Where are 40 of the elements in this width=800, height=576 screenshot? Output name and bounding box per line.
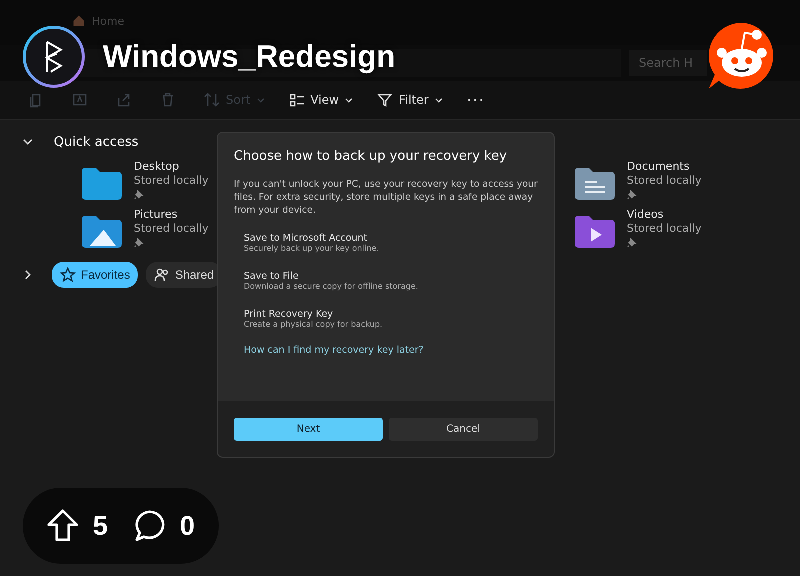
upvote-count: 5 [93, 510, 108, 542]
folder-icon[interactable] [82, 216, 122, 248]
upvote-icon[interactable] [47, 509, 79, 543]
search-field[interactable]: Search H [629, 50, 707, 76]
section-title: Quick access [54, 134, 139, 150]
caret-icon [345, 98, 354, 102]
option-item[interactable]: Save to Microsoft Account Securely back up your key online. [234, 227, 538, 259]
help-link[interactable]: How can I find my recovery key later? [234, 341, 538, 360]
sort-icon [204, 92, 220, 108]
dialog-title: Choose how to back up your recovery key [234, 149, 508, 164]
caret-icon [256, 98, 265, 102]
people-icon [154, 267, 170, 283]
folder-icon[interactable] [575, 216, 615, 248]
folder-icon[interactable] [575, 168, 615, 200]
comment-count: 0 [180, 510, 196, 542]
folder-status: Stored locally [627, 174, 702, 188]
option-item[interactable]: Print Recovery Key Create a physical copy for backup. [234, 303, 538, 335]
comment-icon[interactable] [134, 510, 166, 542]
filter-menu-button[interactable]: Filter [369, 88, 451, 112]
folder-icon[interactable] [82, 168, 122, 200]
favorites-tab[interactable]: Favorites [52, 262, 138, 288]
subreddit-name[interactable]: Windows_Redesign [103, 39, 396, 75]
folder-status: Stored locally [627, 222, 702, 236]
folder-name: Documents [627, 160, 691, 174]
view-icon [288, 92, 305, 108]
folder-name: Videos [627, 208, 665, 222]
cancel-button[interactable]: Cancel [389, 418, 538, 440]
folder-name: Desktop [134, 160, 180, 174]
view-menu-button[interactable]: View [280, 88, 362, 112]
next-button[interactable]: Next [234, 418, 383, 440]
folder-status: Stored locally [134, 174, 209, 188]
filter-icon [377, 92, 394, 108]
star-icon [60, 267, 76, 283]
caret-icon [434, 98, 443, 102]
home-icon [72, 14, 86, 28]
folder-status: Stored locally [134, 222, 209, 236]
option-item[interactable]: Save to File Download a secure copy for offline storage. [234, 265, 538, 297]
more-button[interactable]: ··· [458, 86, 494, 114]
folder-name: Pictures [134, 208, 179, 222]
dialog-text: If you can't unlock your PC, use your recovery key to access your files. For extra security, store multiple keys in a safe place away from your device. [234, 178, 538, 217]
